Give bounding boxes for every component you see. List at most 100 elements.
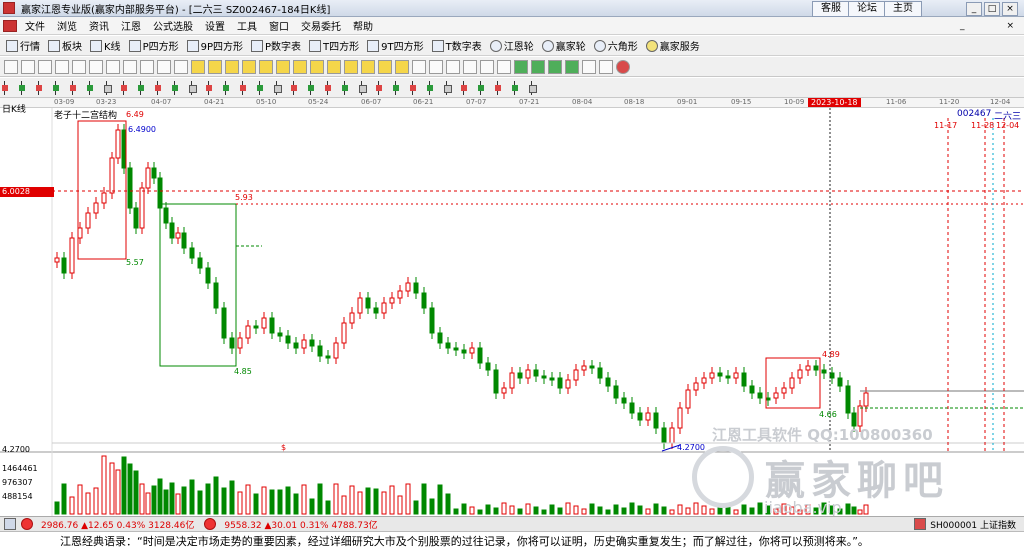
- k-down5-icon[interactable]: [172, 80, 187, 95]
- menu-tools[interactable]: 工具: [231, 18, 263, 33]
- tool-draw-icon[interactable]: [463, 59, 477, 74]
- tool-car-icon[interactable]: [582, 59, 596, 74]
- tool-parallel-icon[interactable]: [55, 59, 69, 74]
- tool-diamond5-icon[interactable]: [361, 59, 375, 74]
- k-up11-icon[interactable]: [410, 80, 425, 95]
- k-down3-icon[interactable]: [87, 80, 102, 95]
- menu-settings[interactable]: 设置: [199, 18, 231, 33]
- forum-link[interactable]: 论坛: [848, 1, 886, 17]
- mdi-close-icon[interactable]: ×: [1000, 21, 1020, 31]
- menu-formula[interactable]: 公式选股: [147, 18, 199, 33]
- quote-button[interactable]: 行情: [6, 38, 40, 53]
- tool-diamond6-icon[interactable]: [378, 59, 392, 74]
- close-icon[interactable]: ×: [1002, 2, 1018, 16]
- tool-cross-icon[interactable]: [21, 59, 35, 74]
- k-up13-icon[interactable]: [495, 80, 510, 95]
- menu-trade[interactable]: 交易委托: [295, 18, 347, 33]
- k-up-icon[interactable]: [2, 80, 17, 95]
- tool-record-icon[interactable]: [616, 59, 630, 74]
- k-up7-icon[interactable]: [240, 80, 255, 95]
- tool-diamond-icon[interactable]: [293, 59, 307, 74]
- k-up6-icon[interactable]: [206, 80, 221, 95]
- k-box5-icon[interactable]: [444, 80, 459, 95]
- tool-text-icon[interactable]: [157, 59, 171, 74]
- k-down7-icon[interactable]: [257, 80, 272, 95]
- k-box-icon[interactable]: [104, 80, 119, 95]
- tool-diamond7-icon[interactable]: [395, 59, 409, 74]
- tool-diamond3-icon[interactable]: [327, 59, 341, 74]
- current-index-name[interactable]: SH000001 上证指数: [930, 518, 1016, 531]
- k-box2-icon[interactable]: [189, 80, 204, 95]
- k-down6-icon[interactable]: [223, 80, 238, 95]
- block-button[interactable]: 板块: [48, 38, 82, 53]
- tool-fan-icon[interactable]: [72, 59, 86, 74]
- tool-left-icon[interactable]: [225, 59, 239, 74]
- menu-browse[interactable]: 浏览: [51, 18, 83, 33]
- k-box4-icon[interactable]: [359, 80, 374, 95]
- k-up10-icon[interactable]: [376, 80, 391, 95]
- gann-wheel-button[interactable]: 江恩轮: [489, 38, 534, 53]
- k-up5-icon[interactable]: [155, 80, 170, 95]
- winner-service-button[interactable]: 赢家服务: [645, 38, 700, 53]
- tool-line-icon[interactable]: [38, 59, 52, 74]
- maximize-icon[interactable]: □: [984, 2, 1000, 16]
- k-up2-icon[interactable]: [36, 80, 51, 95]
- tool-grid-icon[interactable]: [514, 59, 528, 74]
- menu-file[interactable]: 文件: [19, 18, 51, 33]
- tool-right-icon[interactable]: [242, 59, 256, 74]
- tool-cursor-icon[interactable]: [4, 59, 18, 74]
- menu-window[interactable]: 窗口: [263, 18, 295, 33]
- p-number-table-button[interactable]: P数字表: [251, 38, 301, 53]
- k-down2-icon[interactable]: [53, 80, 68, 95]
- tool-plus-icon[interactable]: [429, 59, 443, 74]
- t-square-button[interactable]: T四方形: [309, 38, 359, 53]
- layout-icon[interactable]: [4, 518, 16, 530]
- k-up3-icon[interactable]: [70, 80, 85, 95]
- k-down9-icon[interactable]: [342, 80, 357, 95]
- hexagon-button[interactable]: 六角形: [593, 38, 638, 53]
- k-down11-icon[interactable]: [427, 80, 442, 95]
- k-up8-icon[interactable]: [291, 80, 306, 95]
- k-down8-icon[interactable]: [308, 80, 323, 95]
- tool-calendar-icon[interactable]: [548, 59, 562, 74]
- minimize-icon[interactable]: _: [966, 2, 982, 16]
- tool-diamond4-icon[interactable]: [344, 59, 358, 74]
- tool-truck-icon[interactable]: [599, 59, 613, 74]
- 9t-square-button[interactable]: 9T四方形: [367, 38, 424, 53]
- tool-fib-icon[interactable]: [140, 59, 154, 74]
- tool-table-icon[interactable]: [531, 59, 545, 74]
- tool-select-icon[interactable]: [497, 59, 511, 74]
- k-box3-icon[interactable]: [274, 80, 289, 95]
- menu-help[interactable]: 帮助: [347, 18, 379, 33]
- tool-layout-icon[interactable]: [565, 59, 579, 74]
- menu-news[interactable]: 资讯: [83, 18, 115, 33]
- k-up9-icon[interactable]: [325, 80, 340, 95]
- k-up4-icon[interactable]: [121, 80, 136, 95]
- tool-hand-icon[interactable]: [412, 59, 426, 74]
- mdi-minimize-icon[interactable]: _: [954, 21, 971, 31]
- tool-last-icon[interactable]: [276, 59, 290, 74]
- tool-arrow-icon[interactable]: [446, 59, 460, 74]
- kline-button[interactable]: K线: [90, 38, 121, 53]
- tool-arc-icon[interactable]: [89, 59, 103, 74]
- tool-diamond2-icon[interactable]: [310, 59, 324, 74]
- tool-cycle-icon[interactable]: [123, 59, 137, 74]
- tool-zoom-icon[interactable]: [480, 59, 494, 74]
- home-link[interactable]: 主页: [884, 1, 922, 17]
- tool-first-icon[interactable]: [191, 59, 205, 74]
- k-down13-icon[interactable]: [512, 80, 527, 95]
- tool-box-icon[interactable]: [106, 59, 120, 74]
- k-down4-icon[interactable]: [138, 80, 153, 95]
- p-square-button[interactable]: P四方形: [128, 38, 179, 53]
- k-down10-icon[interactable]: [393, 80, 408, 95]
- menu-gann[interactable]: 江恩: [115, 18, 147, 33]
- tool-prev-icon[interactable]: [208, 59, 222, 74]
- 9p-square-button[interactable]: 9P四方形: [186, 38, 243, 53]
- service-link[interactable]: 客服: [812, 1, 850, 17]
- k-box6-icon[interactable]: [529, 80, 544, 95]
- tool-delete-icon[interactable]: [174, 59, 188, 74]
- tool-next-icon[interactable]: [259, 59, 273, 74]
- winner-wheel-button[interactable]: 赢家轮: [541, 38, 586, 53]
- k-down-icon[interactable]: [19, 80, 34, 95]
- k-up12-icon[interactable]: [461, 80, 476, 95]
